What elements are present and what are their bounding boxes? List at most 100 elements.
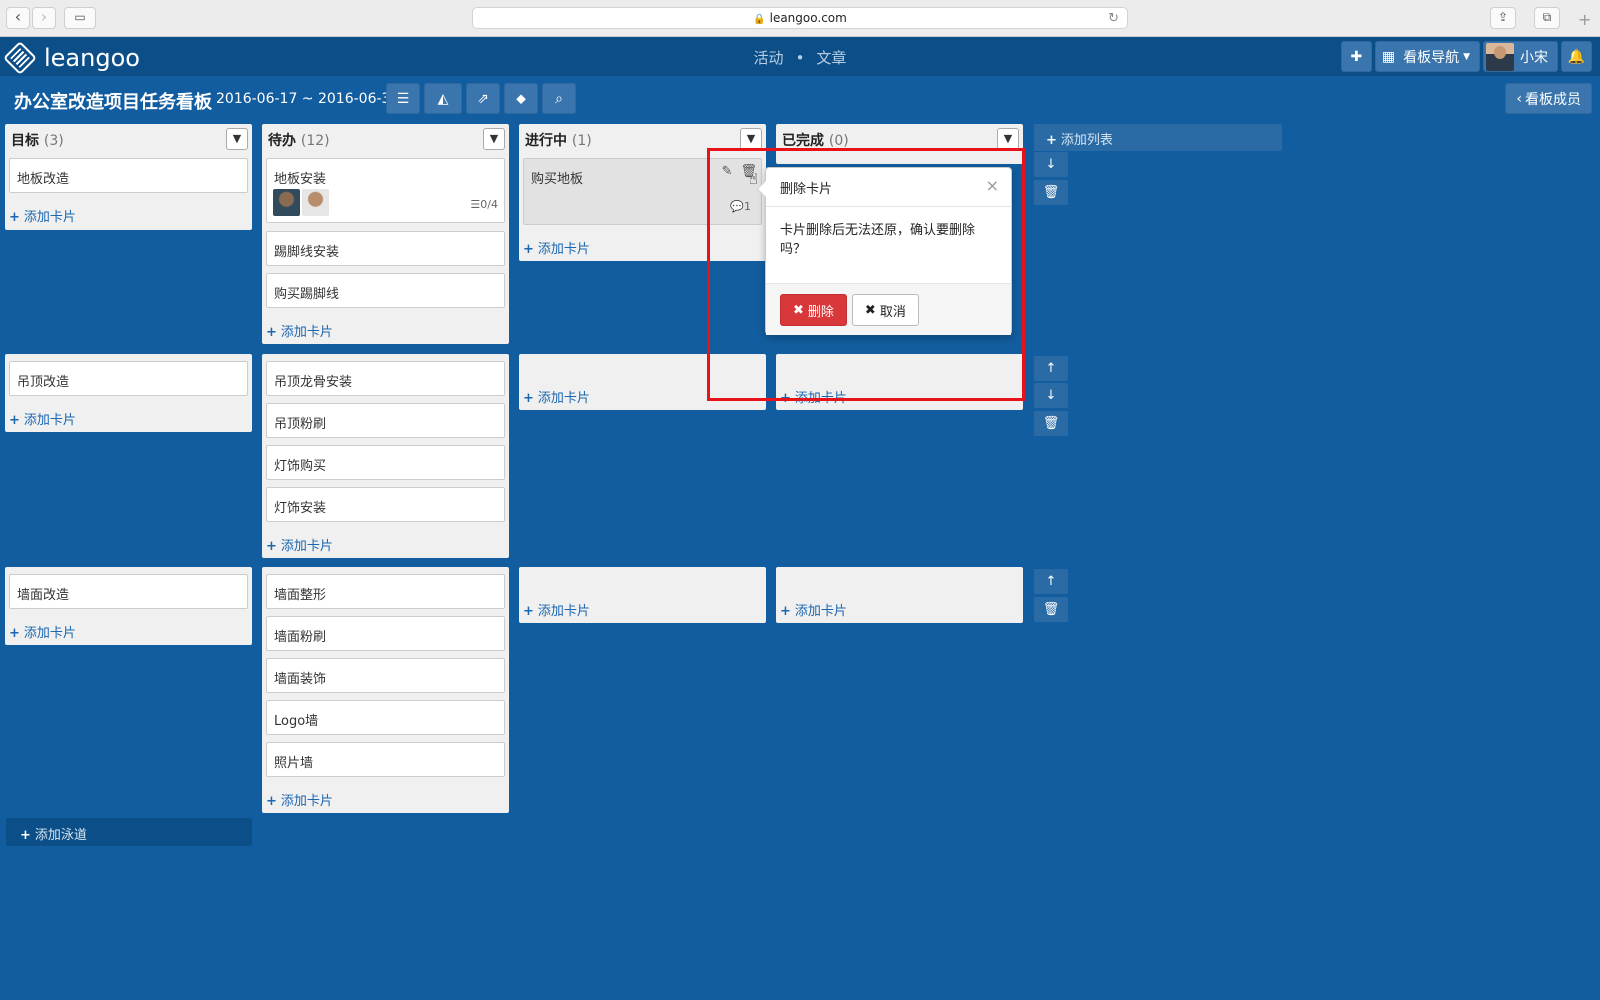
nav-activity[interactable]: 活动 <box>754 49 784 67</box>
lane-move-down-button[interactable]: ↓ <box>1034 383 1068 408</box>
add-card-button[interactable]: + 添加卡片 <box>523 387 590 406</box>
list-title: 进行中 <box>525 133 567 149</box>
lane-delete-button[interactable]: 🗑 <box>1034 180 1068 205</box>
board-dates: 2016-06-17 ~ 2016-06-30 <box>216 91 400 107</box>
trash-icon: 🗑 <box>1042 602 1060 617</box>
card-title: 墙面改造 <box>17 588 70 603</box>
arrow-down-icon: ↓ <box>1045 157 1057 172</box>
trash-icon: 🗑 <box>1042 416 1060 431</box>
address-bar[interactable]: 🔒 leangoo.com ↻ <box>472 7 1128 29</box>
tag-button[interactable]: ⬥ <box>504 83 538 114</box>
card[interactable]: Logo墙 <box>266 700 505 735</box>
user-avatar <box>1486 42 1514 71</box>
add-card-button[interactable]: + 添加卡片 <box>523 600 590 619</box>
card-title: 地板安装 <box>274 172 327 187</box>
list-title: 待办 <box>268 133 296 149</box>
area-chart-icon: ◭ <box>437 90 449 107</box>
menu-button[interactable]: ☰ <box>386 83 420 114</box>
card[interactable]: 墙面装饰 <box>266 658 505 693</box>
list-title: 目标 <box>11 133 39 149</box>
card[interactable]: 地板安装 ☰0/4 <box>266 158 505 223</box>
add-card-label: 添加卡片 <box>23 210 76 225</box>
add-lane-button[interactable]: + 添加泳道 <box>6 818 252 846</box>
nav-articles[interactable]: 文章 <box>816 49 846 67</box>
list-count: (12) <box>300 133 330 149</box>
card[interactable]: 灯饰购买 <box>266 445 505 480</box>
board-members-label: 看板成员 <box>1525 91 1581 108</box>
add-card-button[interactable]: + 添加卡片 <box>9 409 76 428</box>
card[interactable]: 照片墙 <box>266 742 505 777</box>
card[interactable]: 墙面改造 <box>9 574 248 609</box>
chevron-down-icon[interactable]: ▼ <box>740 128 762 150</box>
chevron-down-icon[interactable]: ▼ <box>483 128 505 150</box>
add-card-button[interactable]: + 添加卡片 <box>266 790 333 809</box>
reload-icon[interactable]: ↻ <box>1108 9 1119 29</box>
share-icon[interactable]: ⇪ <box>1490 7 1516 29</box>
card[interactable]: 踢脚线安装 <box>266 231 505 266</box>
add-card-button[interactable]: + 添加卡片 <box>266 321 333 340</box>
plus-icon: + <box>266 325 277 340</box>
card[interactable]: 吊顶改造 <box>9 361 248 396</box>
card-title: 吊顶粉刷 <box>274 417 327 432</box>
plus-icon: + <box>9 210 20 225</box>
add-card-button[interactable]: + 添加卡片 <box>266 535 333 554</box>
nav-separator: • <box>795 49 805 67</box>
add-card-label: 添加卡片 <box>537 391 590 406</box>
notifications-button[interactable]: 🔔 <box>1561 41 1592 72</box>
card-title: 购买踢脚线 <box>274 287 340 302</box>
add-list-button[interactable]: + 添加列表 <box>1034 124 1282 151</box>
plus-icon: ✚ <box>1350 48 1363 65</box>
card-title: 灯饰购买 <box>274 459 327 474</box>
list-title: 已完成 <box>782 133 824 149</box>
user-menu[interactable]: 小宋 <box>1483 41 1558 72</box>
caret-down-icon: ▼ <box>1463 51 1470 62</box>
add-card-button[interactable]: + 添加卡片 <box>780 600 847 619</box>
card[interactable]: 吊顶粉刷 <box>266 403 505 438</box>
list-goal-lane3: 墙面改造 + 添加卡片 <box>5 567 252 645</box>
tag-icon: ⬥ <box>516 90 526 107</box>
card[interactable]: 购买踢脚线 <box>266 273 505 308</box>
arrow-up-icon: ↑ <box>1045 574 1057 589</box>
add-card-button[interactable]: + 添加卡片 <box>9 622 76 641</box>
card[interactable]: 地板改造 <box>9 158 248 193</box>
back-button[interactable]: ‹ <box>6 7 30 29</box>
board-nav-button[interactable]: ▦ 看板导航 ▼ <box>1374 41 1480 72</box>
tabs-icon[interactable]: ⧉ <box>1534 7 1560 29</box>
chevron-down-icon[interactable]: ▼ <box>997 128 1019 150</box>
lane-delete-button[interactable]: 🗑 <box>1034 411 1068 436</box>
search-button[interactable]: ⌕ <box>542 83 576 114</box>
member-avatar <box>273 189 300 216</box>
lane-delete-button[interactable]: 🗑 <box>1034 597 1068 622</box>
add-lane-label: 添加泳道 <box>34 828 87 843</box>
card[interactable]: 墙面整形 <box>266 574 505 609</box>
card-title: 墙面整形 <box>274 588 327 603</box>
card[interactable]: 灯饰安装 <box>266 487 505 522</box>
forward-button[interactable]: › <box>32 7 56 29</box>
board-members-button[interactable]: ‹ 看板成员 <box>1505 83 1592 114</box>
new-tab-icon[interactable]: + <box>1578 10 1591 29</box>
card[interactable]: 吊顶龙骨安装 <box>266 361 505 396</box>
add-card-button[interactable]: + 添加卡片 <box>9 206 76 225</box>
list-todo-lane1: 待办 (12) ▼ 地板安装 ☰0/4 踢脚线安装 购买踢脚线 + 添加卡片 <box>262 124 509 344</box>
url-text: leangoo.com <box>769 11 847 25</box>
list-done-lane3: + 添加卡片 <box>776 567 1023 623</box>
list-menu-icon: ☰ <box>396 90 410 107</box>
lane-move-down-button[interactable]: ↓ <box>1034 152 1068 177</box>
browser-toolbar: ‹ › ▭ 🔒 leangoo.com ↻ ⇪ ⧉ + <box>0 0 1600 37</box>
card-title: Logo墙 <box>274 714 319 729</box>
chart-button[interactable]: ◭ <box>424 83 462 114</box>
add-card-button[interactable]: + 添加卡片 <box>523 238 590 257</box>
lane-move-up-button[interactable]: ↑ <box>1034 569 1068 594</box>
share-button[interactable]: ⇗ <box>466 83 500 114</box>
header-actions: ✚ ▦ 看板导航 ▼ 小宋 🔔 <box>1340 41 1592 72</box>
sidebar-toggle-icon[interactable]: ▭ <box>64 7 96 29</box>
create-button[interactable]: ✚ <box>1340 41 1372 72</box>
lane-move-up-button[interactable]: ↑ <box>1034 356 1068 381</box>
lock-icon: 🔒 <box>753 14 766 25</box>
add-card-label: 添加卡片 <box>537 604 590 619</box>
chevron-down-icon[interactable]: ▼ <box>226 128 248 150</box>
card-title: 地板改造 <box>17 172 70 187</box>
card[interactable]: 墙面粉刷 <box>266 616 505 651</box>
add-card-label: 添加卡片 <box>23 626 76 641</box>
checklist-icon: ☰ <box>470 198 481 211</box>
